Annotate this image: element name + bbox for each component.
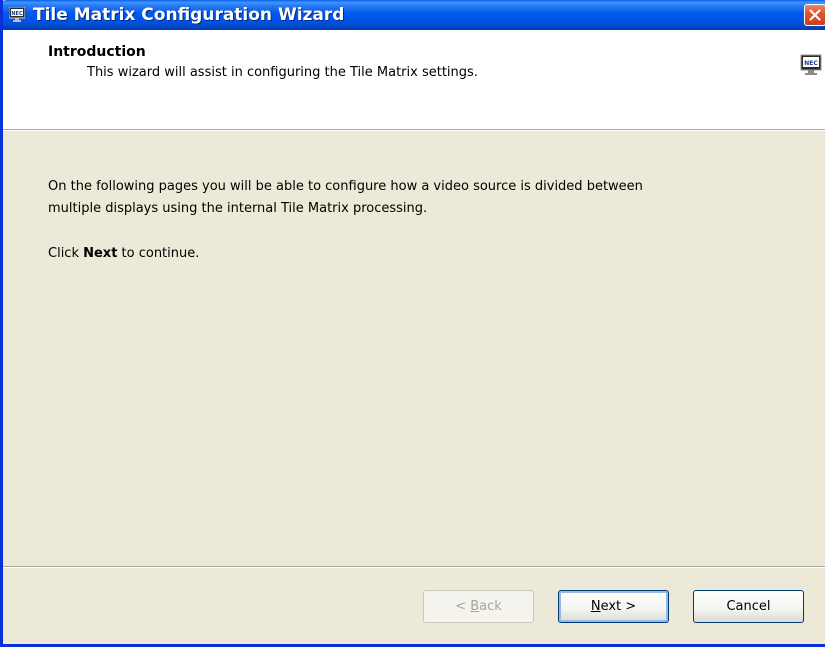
- continue-prefix: Click: [48, 246, 84, 261]
- next-button[interactable]: Next >: [558, 590, 669, 623]
- page-title: Introduction: [48, 44, 146, 60]
- next-label-mnemonic: N: [590, 599, 601, 614]
- cancel-button[interactable]: Cancel: [693, 590, 804, 623]
- page-subtitle: This wizard will assist in configuring t…: [87, 65, 478, 80]
- intro-paragraph-line2: multiple displays using the internal Til…: [48, 201, 428, 216]
- title-bar[interactable]: NEC Tile Matrix Configuration Wizard: [3, 0, 825, 30]
- svg-text:NEC: NEC: [11, 11, 23, 17]
- next-label-rest: ext >: [600, 599, 637, 614]
- window-title: Tile Matrix Configuration Wizard: [33, 5, 345, 25]
- back-label-mnemonic: B: [470, 599, 480, 614]
- nec-monitor-icon: NEC: [800, 54, 822, 76]
- back-button[interactable]: < Back: [423, 590, 534, 623]
- back-label-rest: ack: [479, 599, 502, 614]
- continue-suffix: to continue.: [117, 246, 200, 261]
- nec-monitor-icon: NEC: [8, 6, 26, 22]
- footer-divider-highlight: [3, 567, 825, 568]
- svg-text:NEC: NEC: [804, 60, 818, 67]
- header-divider-highlight: [3, 130, 825, 131]
- cancel-label: Cancel: [726, 599, 771, 614]
- intro-paragraph-line1: On the following pages you will be able …: [48, 179, 643, 194]
- back-label-prefix: <: [455, 599, 471, 614]
- continue-next-word: Next: [83, 246, 118, 261]
- continue-instruction: Click Next to continue.: [48, 243, 199, 265]
- wizard-window: NEC Tile Matrix Configuration Wizard Int…: [0, 0, 825, 647]
- close-icon: [809, 9, 821, 21]
- close-button[interactable]: [804, 4, 825, 26]
